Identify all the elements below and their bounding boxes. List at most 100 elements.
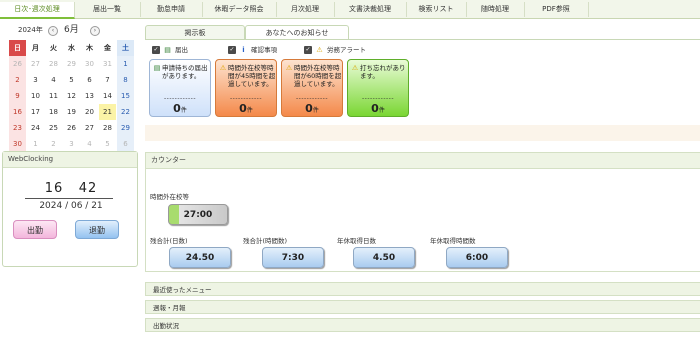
clock-time: 16 42 [3, 181, 139, 196]
calendar-day-header: 土 [117, 40, 134, 56]
calendar-day[interactable]: 23 [9, 120, 26, 136]
counter-label: 残合計(時間数) [243, 237, 288, 245]
clock-hour: 16 [44, 181, 64, 196]
nav-tab-notifications-list[interactable]: 届出一覧 [74, 2, 141, 17]
calendar-day[interactable]: 30 [9, 136, 26, 152]
warning-icon: ⚠ [316, 45, 323, 54]
warning-icon: ⚠ [351, 64, 359, 72]
calendar-day[interactable]: 28 [99, 120, 116, 136]
overtime-45h-card[interactable]: ⚠ 時間外在校等時間が45時間を超過しています。 ------------ 0件 [215, 59, 277, 117]
calendar-day-outside[interactable]: 4 [81, 136, 98, 152]
nav-tab-adhoc[interactable]: 随時処理 [466, 2, 525, 17]
nav-tab-pdf[interactable]: PDF参照 [524, 2, 589, 17]
calendar-day-header: 日 [9, 40, 26, 56]
clock-out-button[interactable]: 退勤 [75, 220, 119, 239]
warning-icon: ⚠ [285, 64, 293, 72]
nav-tab-daily[interactable]: 日次･週次処理 [0, 2, 75, 19]
calendar-day[interactable]: 16 [9, 104, 26, 120]
calendar-day-outside[interactable]: 2 [45, 136, 62, 152]
missed-clock-card[interactable]: ⚠ 打ち忘れがあります。 ------------ 0件 [347, 59, 409, 117]
nav-tab-search-list[interactable]: 検索リスト [406, 2, 467, 17]
notice-panel-body: ✓ ▤ 届出 ✓ i 確認事項 ✓ ⚠ 労務アラート ▤ 申請待ちの届出があります。 ---… [145, 39, 700, 141]
filter-label: 確認事項 [251, 46, 277, 54]
calendar-day[interactable]: 17 [27, 104, 44, 120]
calendar-day-outside[interactable]: 26 [9, 56, 26, 72]
calendar-day[interactable]: 18 [45, 104, 62, 120]
filter-labor-alerts[interactable]: ✓ ⚠ 労務アラート [304, 45, 366, 55]
calendar-day[interactable]: 22 [117, 104, 134, 120]
overtime-label: 時間外在校等 [150, 193, 189, 201]
calendar-day[interactable]: 26 [63, 120, 80, 136]
prev-month-button[interactable]: ‹ [48, 26, 58, 36]
calendar-day[interactable]: 6 [81, 72, 98, 88]
calendar-day-outside[interactable]: 30 [81, 56, 98, 72]
calendar-day[interactable]: 20 [81, 104, 98, 120]
counter-value: 7:30 [262, 247, 324, 268]
calendar-day[interactable]: 2 [9, 72, 26, 88]
document-icon: ▤ [164, 45, 171, 54]
recent-menu-section[interactable]: 最近使ったメニュー [145, 282, 700, 296]
calendar-day[interactable]: 15 [117, 88, 134, 104]
calendar-day-outside[interactable]: 3 [63, 136, 80, 152]
next-month-button[interactable]: › [90, 26, 100, 36]
calendar-day-outside[interactable]: 31 [99, 56, 116, 72]
checkbox-icon[interactable]: ✓ [152, 46, 160, 54]
calendar-day[interactable]: 3 [27, 72, 44, 88]
calendar-day[interactable]: 7 [99, 72, 116, 88]
calendar-day[interactable]: 11 [45, 88, 62, 104]
notice-footer-strip [145, 125, 700, 141]
clock-in-button[interactable]: 出勤 [13, 220, 57, 239]
calendar-day-today[interactable]: 21 [99, 104, 116, 120]
counter-value: 24.50 [169, 247, 231, 268]
calendar-day-outside[interactable]: 28 [45, 56, 62, 72]
calendar-day[interactable]: 19 [63, 104, 80, 120]
calendar-day[interactable]: 24 [27, 120, 44, 136]
overtime-60h-card[interactable]: ⚠ 時間外在校等時間が60時間を超過しています。 ------------ 0件 [281, 59, 343, 117]
card-message: 時間外在校等時間が45時間を超過しています。 [228, 64, 276, 88]
card-message: 打ち忘れがあります。 [360, 64, 406, 80]
calendar-day[interactable]: 4 [45, 72, 62, 88]
calendar-day-header: 月 [32, 44, 39, 52]
filter-confirmations[interactable]: ✓ i 確認事項 [228, 45, 277, 55]
calendar-day[interactable]: 25 [45, 120, 62, 136]
calendar-day-outside[interactable]: 6 [117, 136, 134, 152]
calendar-day-outside[interactable]: 29 [63, 56, 80, 72]
calendar-day[interactable]: 27 [81, 120, 98, 136]
notice-panel: 掲示板 あなたへのお知らせ ✓ ▤ 届出 ✓ i 確認事項 ✓ ⚠ 労務アラート ▤ 申請待… [145, 25, 700, 143]
calendar-day[interactable]: 8 [117, 72, 134, 88]
card-divider: ------------ [362, 95, 394, 102]
nav-tab-monthly[interactable]: 月次処理 [276, 2, 335, 17]
counter-title: カウンター [146, 153, 700, 169]
calendar-day-outside[interactable]: 1 [27, 136, 44, 152]
top-navigation: 日次･週次処理 届出一覧 勤怠申請 休暇データ照会 月次処理 文書決裁処理 検索… [0, 0, 700, 19]
calendar-day-header: 木 [86, 44, 93, 52]
card-message: 時間外在校等時間が60時間を超過しています。 [294, 64, 342, 88]
calendar-day[interactable]: 13 [81, 88, 98, 104]
calendar-day[interactable]: 5 [63, 72, 80, 88]
card-count: 0件 [371, 102, 385, 115]
counter-label: 残合計(日数) [150, 237, 188, 245]
card-message: 申請待ちの届出があります。 [162, 64, 208, 80]
checkbox-icon[interactable]: ✓ [304, 46, 312, 54]
filter-notifications[interactable]: ✓ ▤ 届出 [152, 45, 188, 55]
calendar-day[interactable]: 1 [117, 56, 134, 72]
tab-bulletin-board[interactable]: 掲示板 [145, 25, 245, 40]
weekly-monthly-report-section[interactable]: 週報・月報 [145, 300, 700, 314]
nav-tab-document-approval[interactable]: 文書決裁処理 [334, 2, 407, 17]
calendar-day[interactable]: 14 [99, 88, 116, 104]
checkbox-icon[interactable]: ✓ [228, 46, 236, 54]
calendar-day[interactable]: 9 [9, 88, 26, 104]
calendar-day[interactable]: 10 [27, 88, 44, 104]
calendar-day-header: 水 [68, 44, 75, 52]
card-divider: ------------ [230, 95, 262, 102]
nav-tab-leave-data[interactable]: 休暇データ照会 [202, 2, 277, 17]
calendar-day[interactable]: 12 [63, 88, 80, 104]
calendar-day-outside[interactable]: 5 [99, 136, 116, 152]
calendar-day[interactable]: 29 [117, 120, 134, 136]
nav-tab-attendance-request[interactable]: 勤怠申請 [140, 2, 203, 17]
clock-divider [25, 198, 113, 199]
calendar-day-outside[interactable]: 27 [27, 56, 44, 72]
pending-requests-card[interactable]: ▤ 申請待ちの届出があります。 ------------ 0件 [149, 59, 211, 117]
tab-notifications-for-you[interactable]: あなたへのお知らせ [245, 25, 349, 40]
attendance-status-section[interactable]: 出勤状況 [145, 318, 700, 332]
